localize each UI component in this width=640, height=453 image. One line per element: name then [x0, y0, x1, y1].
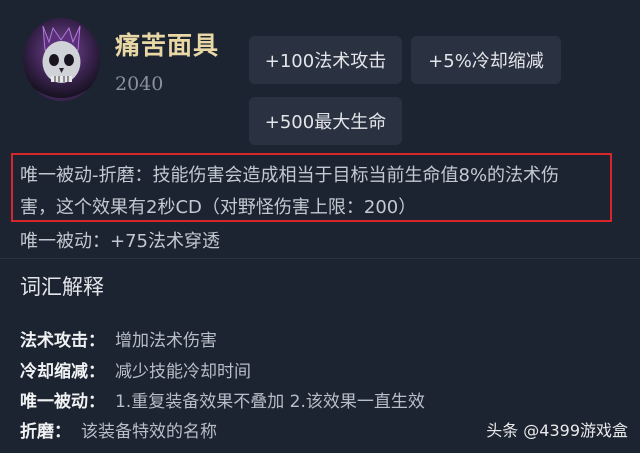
- glossary-entry: 唯一被动： 1.重复装备效果不叠加 2.该效果一直生效: [20, 387, 425, 412]
- glossary-entry: 折磨： 该装备特效的名称: [20, 417, 217, 442]
- stat-cooldown-reduction: +5%冷却缩减: [411, 36, 561, 84]
- section-divider: [0, 258, 640, 259]
- stat-magic-attack: +100法术攻击: [249, 36, 402, 84]
- glossary-term: 折磨：: [20, 422, 71, 442]
- passive-penetration: 唯一被动：+75法术穿透: [20, 231, 220, 252]
- glossary-term: 唯一被动：: [20, 392, 105, 412]
- glossary-definition: 增加法术伤害: [115, 331, 217, 351]
- glossary-term: 冷却缩减：: [20, 362, 105, 382]
- glossary-definition: 1.重复装备效果不叠加 2.该效果一直生效: [115, 392, 425, 412]
- glossary-term: 法术攻击：: [20, 331, 105, 351]
- glossary-definition: 该装备特效的名称: [81, 422, 217, 442]
- item-icon: [23, 18, 100, 101]
- skull-mask-icon: [33, 25, 90, 101]
- glossary-definition: 减少技能冷却时间: [115, 362, 251, 382]
- glossary-entry: 冷却缩减： 减少技能冷却时间: [20, 357, 251, 382]
- watermark: 头条 @4399游戏盒: [486, 421, 628, 440]
- glossary-entry: 法术攻击： 增加法术伤害: [20, 326, 217, 351]
- passive-torment-line-2: 害，这个效果有2秒CD（对野怪伤害上限：200）: [20, 197, 417, 218]
- stat-max-health: +500最大生命: [249, 97, 402, 145]
- glossary-title: 词汇解释: [20, 275, 104, 299]
- passive-torment-line-1: 唯一被动-折磨：技能伤害会造成相当于目标当前生命值8%的法术伤: [20, 165, 560, 186]
- item-name: 痛苦面具: [115, 31, 220, 60]
- item-price: 2040: [115, 73, 164, 95]
